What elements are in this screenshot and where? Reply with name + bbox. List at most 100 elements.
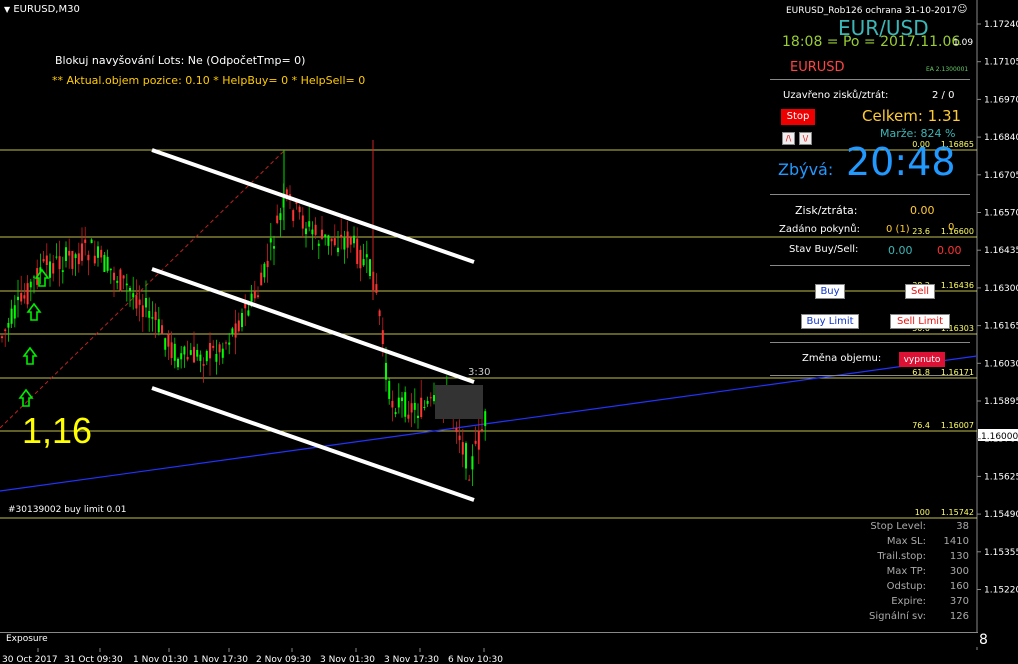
price-tick-label: 1.17240: [984, 20, 1018, 30]
candle-body: [205, 351, 208, 362]
margin-label: Marže: 824 %: [880, 127, 956, 140]
symbol-label: EURUSD: [790, 60, 845, 75]
menu-triangle-icon[interactable]: ▼: [4, 5, 10, 14]
candle-body: [45, 255, 48, 265]
candle-body: [13, 305, 16, 319]
divider: [770, 79, 970, 80]
change-volume-button[interactable]: vypnuto: [899, 352, 945, 367]
candle-body: [157, 319, 160, 333]
arrow-up-icon: [18, 388, 34, 407]
scroll-indicator[interactable]: 8: [979, 632, 988, 648]
setting-value: 160: [949, 581, 969, 592]
candle-body: [250, 293, 253, 302]
candle-body: [413, 402, 416, 410]
candle-body: [113, 272, 115, 281]
candle-body: [154, 311, 157, 320]
candle-body: [183, 346, 186, 355]
candle-body: [247, 310, 250, 316]
candle-body: [474, 440, 477, 444]
candle-body: [10, 308, 13, 324]
fib-level-label: 23.6: [912, 227, 930, 236]
candle-body: [84, 239, 87, 243]
candle-body: [266, 260, 269, 268]
candle-body: [458, 435, 461, 441]
orders-label: Zadáno pokynů:: [779, 224, 860, 235]
candle-body: [81, 243, 83, 261]
candle-body: [49, 261, 51, 278]
remaining-time: 20:48: [846, 140, 956, 184]
time-tick-label: 31 Oct 09:30: [64, 655, 123, 664]
candle-body: [407, 414, 410, 419]
time-axis: 30 Oct 2017 31 Oct 09:30 1 Nov 01:30 1 Nov …: [2, 648, 503, 664]
candle-body: [484, 411, 487, 427]
divider: [770, 194, 970, 195]
candle-body: [225, 342, 227, 344]
candle-body: [394, 412, 397, 415]
candle-body: [346, 231, 349, 248]
version-label: 1.09: [953, 38, 974, 48]
time-tick-label: 1 Nov 01:30: [133, 655, 188, 664]
closed-value: 2 / 0: [932, 90, 955, 101]
candle-body: [426, 400, 429, 404]
candle-body: [273, 246, 275, 249]
candle-body: [333, 238, 336, 246]
candle-body: [276, 215, 279, 224]
candle-body: [388, 380, 391, 399]
channel-upper[interactable]: [151, 148, 475, 264]
time-tick-label: 3 Nov 01:30: [320, 655, 375, 664]
candle-body: [298, 206, 301, 213]
state-sell: 0.00: [937, 244, 962, 257]
time-tick-label: 30 Oct 2017: [2, 655, 58, 664]
candle-body: [279, 213, 282, 220]
divider: [770, 265, 970, 266]
buy-button[interactable]: Buy: [815, 284, 845, 299]
candle-body: [404, 392, 407, 417]
symbol-timeframe: EURUSD,M30: [13, 4, 80, 15]
time-tick-label: 3 Nov 17:30: [384, 655, 439, 664]
arrow-up-icon: [22, 346, 38, 365]
candle-body: [170, 342, 173, 358]
candle-body: [359, 249, 362, 269]
setting-label: Signální sv:: [869, 611, 926, 622]
price-tick-label: 1.15355: [984, 548, 1018, 558]
arrow-up-button[interactable]: /\: [782, 132, 795, 145]
candle-body: [391, 400, 394, 408]
candle-body: [109, 268, 112, 271]
candle-body: [58, 256, 61, 270]
candle-body: [257, 295, 259, 298]
candle-body: [237, 320, 240, 332]
chart-title: ▼ EURUSD,M30: [4, 4, 80, 15]
price-axis: 1.17240 1.17105 1.16970 1.16840 1.16705 1.165…: [977, 20, 1018, 596]
candle-body: [71, 250, 74, 269]
candle-body: [129, 287, 131, 291]
exposure-tab[interactable]: Exposure: [6, 634, 48, 644]
time-marker: 3:30: [468, 367, 491, 378]
price-tick-label: 1.16435: [984, 246, 1018, 256]
candle-body: [397, 397, 400, 408]
candle-body: [349, 237, 352, 245]
fib-level-label: 100: [915, 508, 930, 517]
pending-order-label[interactable]: #30139002 buy limit 0.01: [8, 505, 127, 515]
buy-limit-button[interactable]: Buy Limit: [801, 314, 859, 329]
sell-limit-button[interactable]: Sell Limit: [890, 314, 950, 329]
candle-body: [362, 259, 365, 266]
current-price-label: 1.16000: [981, 432, 1018, 442]
candle-body: [468, 479, 471, 481]
candle-body: [337, 247, 339, 253]
channel-lower[interactable]: [151, 386, 475, 502]
candle-body: [100, 249, 103, 258]
candle-body: [161, 325, 163, 334]
stop-button[interactable]: Stop: [781, 109, 815, 125]
remaining-label: Zbývá:: [778, 160, 834, 179]
candle-body: [228, 342, 231, 345]
candle-body: [68, 250, 71, 256]
candle-body: [221, 348, 224, 358]
arrow-down-button[interactable]: \/: [799, 132, 812, 145]
candle-body: [186, 356, 189, 360]
sell-button[interactable]: Sell: [905, 284, 935, 299]
price-tick-label: 1.16030: [984, 359, 1018, 369]
candle-body: [97, 246, 99, 258]
candle-body: [167, 334, 170, 347]
candle-body: [321, 229, 323, 239]
candle-body: [209, 342, 211, 359]
